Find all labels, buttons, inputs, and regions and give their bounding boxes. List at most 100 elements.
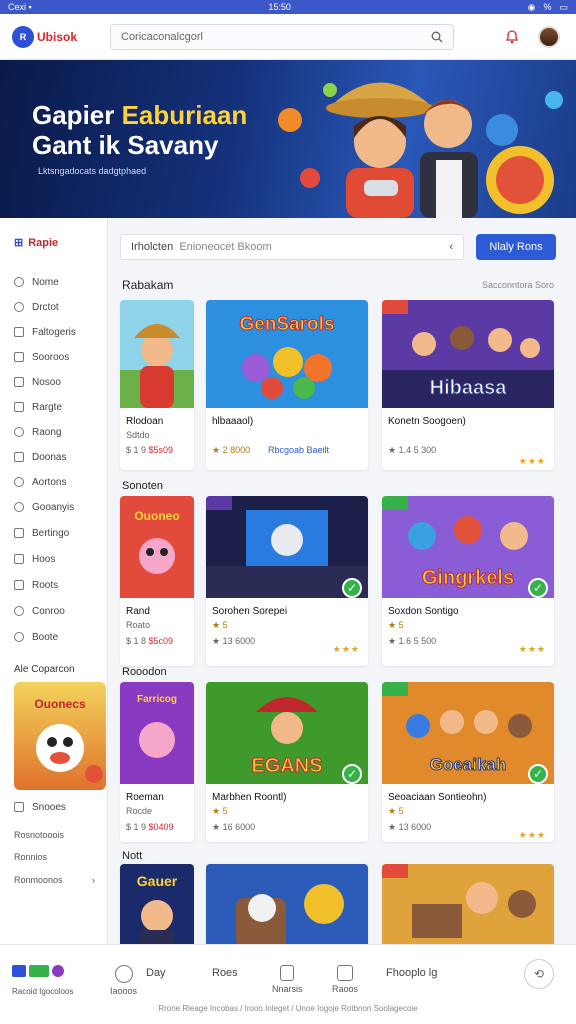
clock-icon [114,965,133,983]
sidebar-item[interactable]: Faltogeris [14,324,76,340]
sidebar-promo-card[interactable]: Ouonecs [14,682,106,790]
sidebar-item[interactable]: Nosoo [14,374,61,390]
nav-item[interactable]: Iaooos [110,965,137,996]
globe-icon [14,502,24,512]
battery-status: % [543,1,552,12]
action-button[interactable]: ⟲ [524,959,554,989]
featured-ribbon [382,682,408,696]
section-title: Rabakam [122,278,174,292]
sidebar-footer-link[interactable]: Rosnotooois [14,830,64,840]
status-bar: Cexi ▪ 15:50 ◉ % ▭ [0,0,576,14]
game-card[interactable]: Gingrkels ✓ Soxdon Sontigo ★ 5 ★ 1.6 5 5… [382,496,554,666]
section-link[interactable]: Sacconntora Soro [482,280,554,290]
sidebar-footer-link[interactable]: Ronmoonos [14,875,63,885]
game-card[interactable]: ✓ Sorohen Sorepei ★ 5 ★ 13 6000 ★★★ [206,496,368,666]
battery-icon: ▭ [559,1,568,12]
phone-icon [280,965,295,981]
game-card[interactable]: GenSarols hlbaaaol) ★ 2 8000 Rbcgoab Bae… [206,300,368,470]
nav-item[interactable]: Raoos [332,965,358,994]
footer-text: Rrone Rleage Incobas / Irooo Inleget / U… [158,1004,418,1013]
game-card[interactable]: Hibaasa Konetn Soogoen) ★ 1.4 5 300 ★★★ [382,300,554,470]
sidebar-item[interactable]: Drctot [14,299,59,315]
game-card[interactable]: EGANS ✓ Marbhen Roontl) ★ 5 ★ 16 6000 [206,682,368,842]
featured-ribbon [382,300,408,314]
sidebar: ⊞ Rapie Nome Drctot Faltogeris Sooroos N… [0,218,108,944]
refresh-icon: ⟲ [533,967,545,981]
sidebar-item[interactable]: Rargte [14,399,62,415]
svg-text:GenSarols: GenSarols [239,314,334,335]
sidebar-header[interactable]: ⊞ Rapie [14,236,58,250]
featured-ribbon [206,496,232,510]
svg-text:Gingrkels: Gingrkels [422,567,514,589]
game-card[interactable]: Rlodoan Sdtdo $ 1 9 $5s09 [120,300,194,470]
filter-clear-icon[interactable]: ‹ [449,241,453,253]
featured-ribbon [382,864,408,878]
game-card[interactable] [206,864,368,944]
home-icon [14,277,24,287]
check-icon: ✓ [342,578,362,598]
sidebar-item[interactable]: Gooanyis [14,499,74,515]
sidebar-item[interactable]: Conroo [14,603,65,619]
chevron-right-icon[interactable]: › [92,875,95,885]
sidebar-item[interactable]: Boote [14,629,58,645]
svg-text:Ouoneo: Ouoneo [134,509,179,523]
game-card[interactable]: Goeaikah ✓ Seoaciaan Sontieohn) ★ 5 ★ 13… [382,682,554,842]
hero-title: Gapier Eaburiaan Gant ik Savany [32,100,248,160]
sidebar-item[interactable]: Raong [14,424,61,440]
svg-text:EGANS: EGANS [251,755,322,777]
sidebar-item[interactable]: Doonas [14,449,66,465]
game-thumbnail: Hibaasa [382,300,554,408]
sidebar-item[interactable]: Sooroos [14,349,69,365]
clock-icon [14,606,24,616]
svg-text:Goeaikah: Goeaikah [430,755,507,774]
sidebar-item[interactable]: Nome [14,274,59,290]
svg-text:Ouonecs: Ouonecs [34,697,86,711]
sidebar-item[interactable]: Hoos [14,551,55,567]
section-title: Sonoten [122,480,163,492]
folder-icon [14,580,24,590]
nav-text[interactable]: Day [146,967,166,979]
game-card[interactable]: Gauer [120,864,194,944]
bottom-left-label: Racoid Igocoloos [12,987,74,996]
game-thumbnail [120,300,194,408]
nav-text[interactable]: Roes [212,967,238,979]
user-avatar[interactable] [538,25,560,48]
search-input[interactable]: Coricaconalcgorl [110,23,454,50]
sidebar-footer-link[interactable]: Ronnios [14,852,47,862]
game-thumbnail [206,864,368,944]
hero-banner[interactable]: Gapier Eaburiaan Gant ik Savany Lktsngad… [0,60,576,218]
search-icon [431,31,443,42]
game-thumbnail: Gauer [120,864,194,944]
nav-text[interactable]: Fhooplo lg [386,967,437,979]
cta-button[interactable]: Nlaly Rons [476,234,556,260]
sidebar-item-snooes[interactable]: Snooes [14,799,66,815]
game-thumbnail: Ouoneo [120,496,194,598]
bottom-navigation: Racoid Igocoloos Iaooos Day Roes Nnarsis… [0,944,576,1024]
notification-bell-icon[interactable] [502,27,522,47]
logo-badge: R [12,25,34,48]
compass-icon [14,302,24,312]
filter-input[interactable]: Irholcten Enioneocet Bkoom ‹ [120,234,464,260]
user-icon [14,477,24,487]
game-card[interactable] [382,864,554,944]
app-icon [29,965,49,977]
sidebar-item[interactable]: Bertingo [14,525,69,541]
game-card[interactable]: Ouoneo Rand Roato $ 1 8 $5c09 [120,496,194,666]
sidebar-item[interactable]: Roots [14,577,58,593]
inbox-icon [337,965,353,981]
sidebar-item[interactable]: Aortons [14,474,66,490]
hero-subtitle: Lktsngadocats dadgtphaed [38,166,147,176]
lock-icon [14,427,24,437]
promo-illustration: Ouonecs [34,697,103,783]
section-title: Rooodon [122,666,167,678]
app-switcher[interactable] [12,965,64,977]
check-icon: ✓ [528,764,548,784]
filter-label: Irholcten Enioneocet Bkoom [131,241,272,253]
logo-text: Ubisok [37,29,78,44]
section-title: Nott [122,850,143,862]
game-card[interactable]: Farricog Roeman Rocde $ 1 9 $0409 [120,682,194,842]
top-bar: R Ubisok Coricaconalcgorl [0,14,576,60]
document-icon [14,554,24,564]
nav-item[interactable]: Nnarsis [272,965,303,994]
app-logo[interactable]: R Ubisok [12,25,108,48]
